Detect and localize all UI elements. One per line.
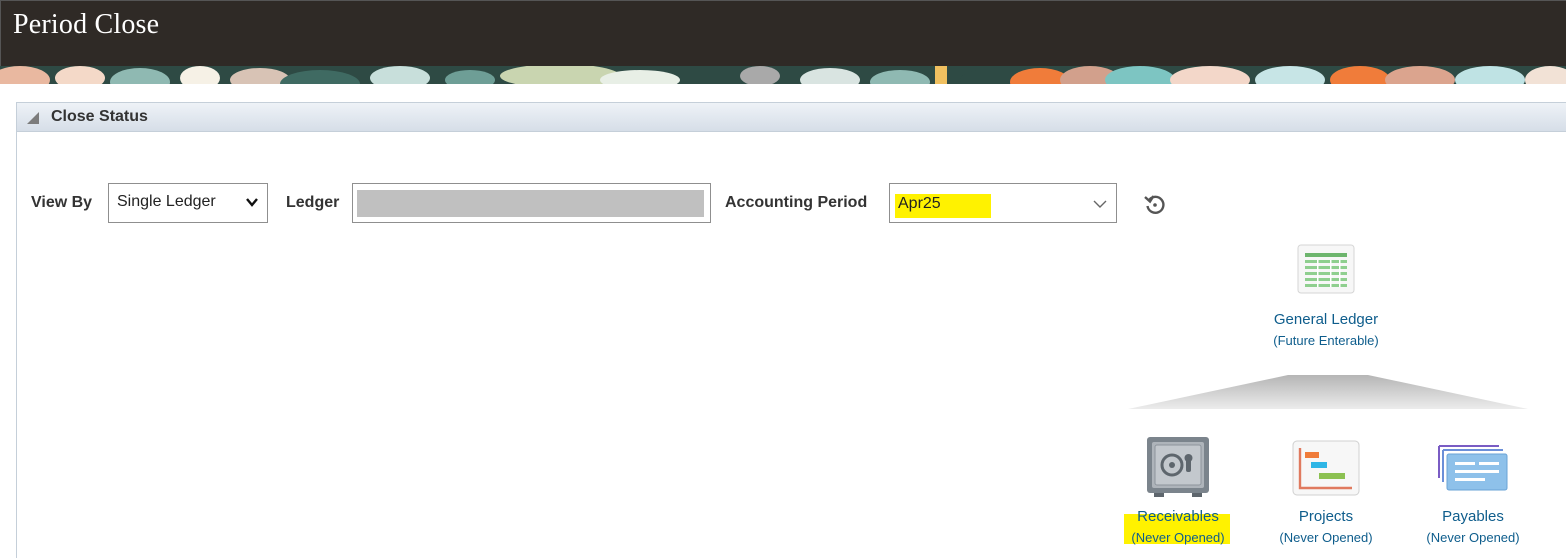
accounting-period-label: Accounting Period <box>725 194 868 211</box>
hierarchy-connector <box>1128 375 1528 409</box>
banner-art <box>0 66 1566 84</box>
general-ledger-node[interactable]: General Ledger (Future Enterable) <box>1246 244 1406 350</box>
receivables-node[interactable]: Receivables (Never Opened) <box>1118 436 1238 548</box>
view-by-value: Single Ledger <box>117 193 216 210</box>
ledger-label: Ledger <box>286 194 340 211</box>
accounting-period-select[interactable]: Apr25 <box>889 183 1117 223</box>
decorative-banner <box>0 66 1566 84</box>
receivables-status: (Never Opened) <box>1131 530 1225 545</box>
gantt-chart-icon <box>1292 440 1360 496</box>
receivables-name[interactable]: Receivables <box>1118 508 1238 525</box>
accounting-period-value: Apr25 <box>898 195 941 212</box>
panel-title: Close Status <box>51 108 148 125</box>
projects-status: (Never Opened) <box>1279 530 1373 545</box>
view-by-label: View By <box>31 194 93 211</box>
collapse-triangle-icon[interactable] <box>27 112 39 124</box>
refresh-icon[interactable] <box>1142 191 1168 217</box>
page-title: Period Close <box>13 9 160 40</box>
safe-icon <box>1147 437 1209 497</box>
general-ledger-name[interactable]: General Ledger <box>1246 311 1406 328</box>
payables-cards-icon <box>1438 445 1508 491</box>
general-ledger-status: (Future Enterable) <box>1273 333 1379 348</box>
payables-name[interactable]: Payables <box>1413 508 1533 525</box>
ledger-input[interactable] <box>352 183 711 223</box>
projects-node[interactable]: Projects (Never Opened) <box>1266 436 1386 548</box>
view-by-select[interactable]: Single Ledger <box>108 183 268 223</box>
payables-status: (Never Opened) <box>1426 530 1520 545</box>
chevron-down-icon <box>246 198 258 207</box>
panel-header[interactable]: Close Status <box>17 103 1566 132</box>
projects-name[interactable]: Projects <box>1266 508 1386 525</box>
ledger-grid-icon <box>1297 244 1355 294</box>
payables-node[interactable]: Payables (Never Opened) <box>1413 436 1533 548</box>
chevron-down-icon <box>1093 200 1107 208</box>
app-header: Period Close <box>0 0 1566 66</box>
ledger-redacted-value <box>357 190 704 217</box>
